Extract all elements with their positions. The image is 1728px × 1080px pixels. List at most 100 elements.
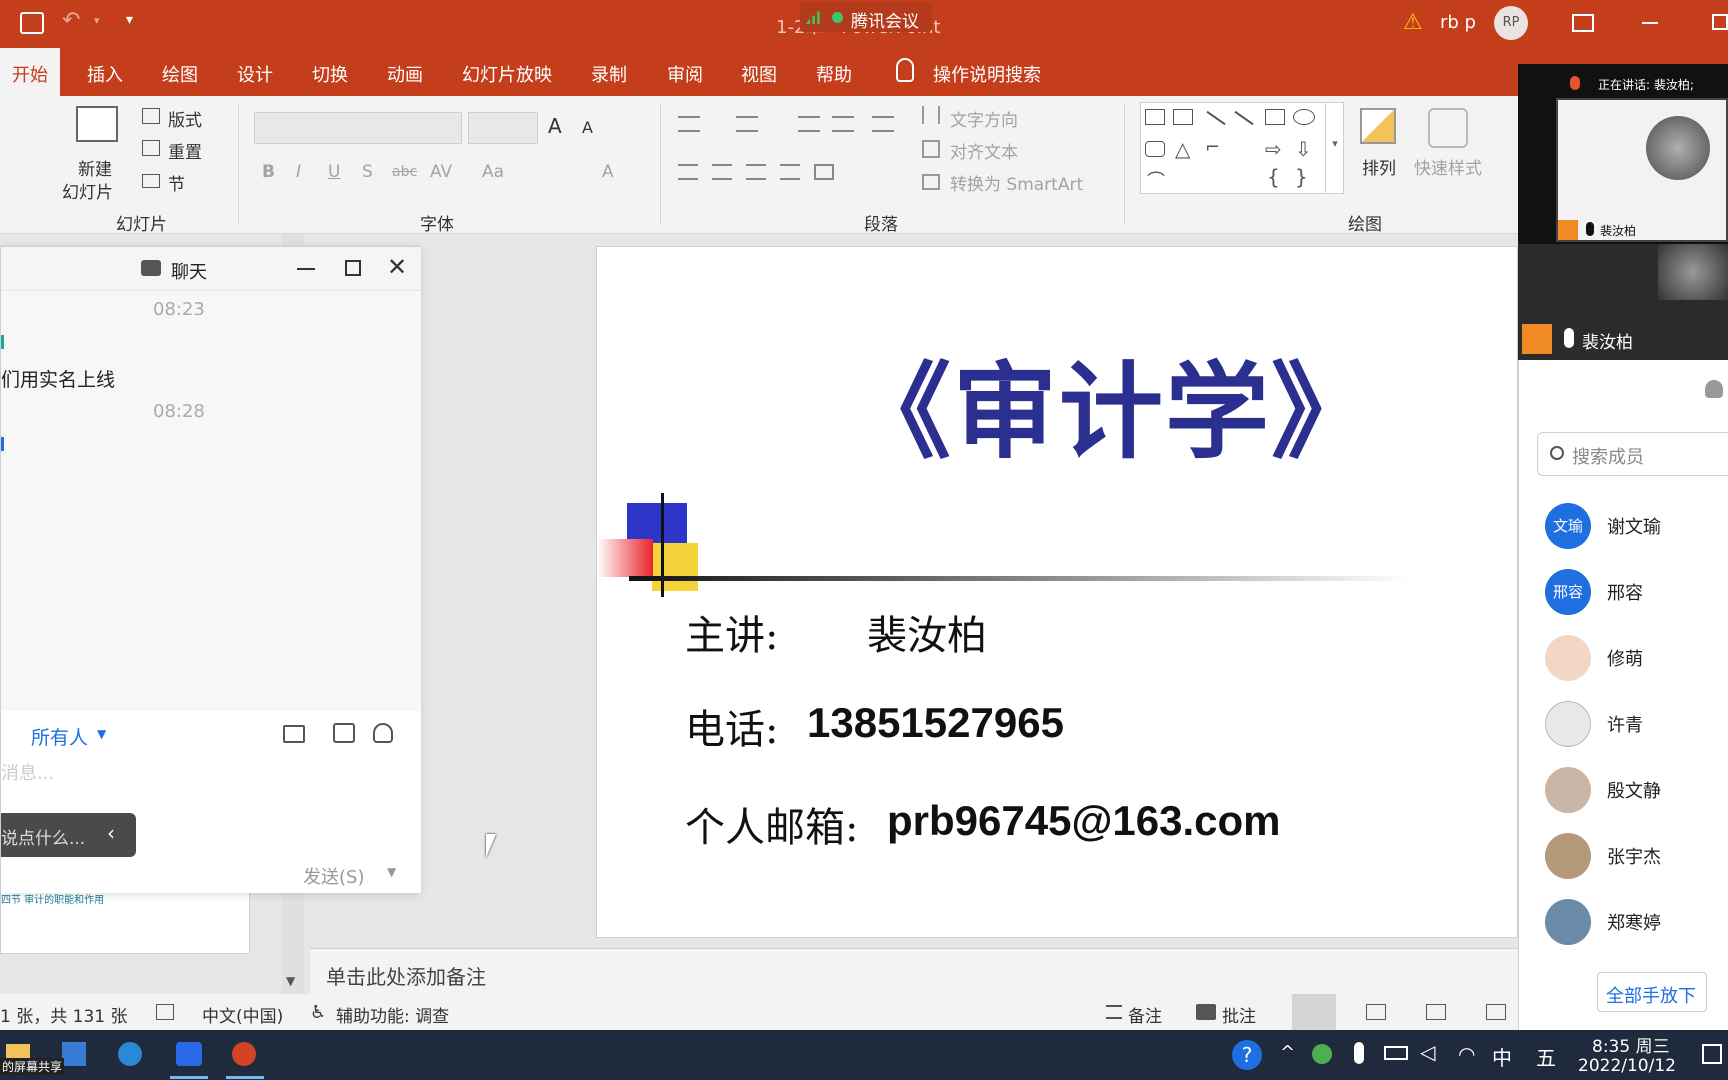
tab-view[interactable]: 视图 [741,61,777,87]
slide-thumbnail[interactable]: 四节 审计的职能和作用 [0,884,250,954]
normal-view-icon[interactable] [1292,994,1336,1030]
present-icon[interactable] [20,12,44,34]
smartart-button[interactable]: 转换为 SmartArt [950,170,1083,195]
quick-styles-icon[interactable] [1428,108,1468,148]
arrange-icon[interactable] [1360,108,1396,144]
increase-indent-icon[interactable] [832,116,854,132]
rectangle-shape-icon[interactable] [1265,109,1285,125]
video-tile[interactable]: 裴汝柏 [1518,244,1728,360]
battery-icon[interactable] [1384,1046,1408,1060]
edge-icon[interactable] [118,1042,142,1066]
font-name-combo[interactable] [254,112,462,144]
line-shape-icon[interactable] [1206,110,1226,126]
member-search-input[interactable]: 搜索成员 [1572,443,1644,469]
send-button[interactable]: 发送(S) [303,863,364,889]
notes-button[interactable]: 备注 [1128,1002,1162,1027]
new-slide-label-1[interactable]: 新建 [78,155,112,180]
smartart-icon[interactable] [922,174,940,190]
accessibility-icon[interactable]: ♿ [310,1002,326,1023]
member-item[interactable]: 修萌 [1545,635,1728,681]
arrow-shape-icon[interactable] [1234,110,1254,126]
announcement-icon[interactable] [333,723,355,743]
tray-app-icon[interactable] [1312,1044,1332,1064]
chat-minimize-icon[interactable] [297,268,315,270]
align-right-icon[interactable] [746,164,766,180]
italic-button[interactable]: I [296,162,301,182]
underline-button[interactable]: U [328,162,340,182]
layout-button[interactable]: 版式 [168,106,202,131]
accessibility-status[interactable]: 辅助功能: 调查 [336,1002,449,1027]
powerpoint-icon[interactable] [232,1042,256,1066]
arrange-button[interactable]: 排列 [1362,154,1396,179]
lecturer-label[interactable]: 主讲: [685,603,778,661]
slideshow-view-icon[interactable] [1486,1004,1506,1020]
shadow-button[interactable]: S [362,162,373,182]
notes-icon[interactable] [1106,1005,1122,1019]
freeform-shape-icon[interactable]: ⌒ [1147,167,1165,193]
font-color-button[interactable]: A [602,162,614,182]
line-spacing-icon[interactable] [872,116,894,132]
section-icon[interactable] [142,174,160,188]
minimize-icon[interactable] [1642,22,1658,24]
decrease-indent-icon[interactable] [798,116,820,132]
tab-design[interactable]: 设计 [237,61,273,87]
gallery-scroll[interactable]: ▾ [1325,103,1344,194]
chat-maximize-icon[interactable] [345,260,361,276]
down-arrow-shape-icon[interactable]: ⇩ [1295,137,1312,161]
strikethrough-button[interactable]: abc [392,164,417,180]
bold-button[interactable]: B [262,162,275,182]
align-text-button[interactable]: 对齐文本 [950,138,1018,163]
tab-animations[interactable]: 动画 [387,61,423,87]
wifi-icon[interactable]: ◠ [1458,1042,1475,1066]
grow-font-button[interactable]: A [548,114,562,138]
meeting-indicator[interactable]: 腾讯会议 [800,2,932,32]
ime-mode[interactable]: 五 [1536,1042,1556,1071]
char-spacing-button[interactable]: AV [430,162,452,182]
member-item[interactable]: 张宇杰 [1545,833,1728,879]
mic-tray-icon[interactable] [1354,1042,1364,1064]
notes-pane[interactable]: 单击此处添加备注 [310,948,1518,994]
rounded-rect-shape-icon[interactable] [1145,141,1165,157]
triangle-shape-icon[interactable]: △ [1175,137,1190,161]
recipient-select[interactable]: 所有人 [31,723,88,750]
chat-composer[interactable]: 所有人 ▼ 消息... 说点什么... ‹ 发送(S) ▼ [1,711,421,893]
member-settings-icon[interactable] [1705,380,1723,398]
tray-expand-icon[interactable]: ^ [1280,1042,1295,1063]
tab-transitions[interactable]: 切换 [312,61,348,87]
member-item[interactable]: 文瑜 谢文瑜 [1545,503,1728,549]
collapse-icon[interactable]: ‹ [107,821,115,845]
phone-label[interactable]: 电话: [685,697,778,755]
ribbon-display-icon[interactable] [1572,14,1594,32]
chat-window[interactable]: 聊天 ✕ 08:23 们用实名上线 08:28 所有人 ▼ 消息... 说点什么… [0,246,421,893]
send-options-icon[interactable]: ▼ [387,865,396,879]
comments-button[interactable]: 批注 [1222,1002,1256,1027]
chat-input[interactable]: 消息... [1,759,54,785]
layout-icon[interactable] [142,108,160,124]
video-tile-small[interactable]: 裴汝柏 [1556,98,1728,242]
tencent-meeting-icon[interactable] [176,1042,202,1066]
textbox-shape-icon[interactable] [1145,109,1165,125]
scroll-down-icon[interactable]: ▼ [286,974,295,988]
member-item[interactable]: 郑寒婷 [1545,899,1728,945]
clock-time[interactable]: 8:35 周三 [1592,1032,1670,1057]
justify-icon[interactable] [780,164,800,180]
undo-dropdown-icon[interactable]: ▾ [94,14,100,27]
ime-language[interactable]: 中 [1492,1042,1512,1071]
align-text-icon[interactable] [922,140,940,158]
member-search-field[interactable]: 搜索成员 [1537,432,1728,476]
slide-title[interactable]: 《审计学》 [847,327,1377,478]
text-direction-icon[interactable] [922,106,940,124]
warning-icon[interactable]: ⚠ [1403,10,1423,35]
tab-review[interactable]: 审阅 [667,61,703,87]
volume-icon[interactable]: ◁ [1420,1040,1435,1064]
customize-toolbar-icon[interactable]: ▾ [126,12,133,28]
language-status[interactable]: 中文(中国) [202,1002,283,1027]
chat-message-list[interactable]: 08:23 们用实名上线 08:28 [1,291,421,711]
columns-icon[interactable] [814,164,834,180]
numbering-icon[interactable] [736,116,758,132]
spellcheck-icon[interactable] [156,1004,174,1020]
email-label[interactable]: 个人邮箱: [685,795,858,853]
reading-view-icon[interactable] [1426,1004,1446,1020]
tell-me-search[interactable]: 操作说明搜索 [933,61,1041,87]
tab-help[interactable]: 帮助 [816,61,852,87]
